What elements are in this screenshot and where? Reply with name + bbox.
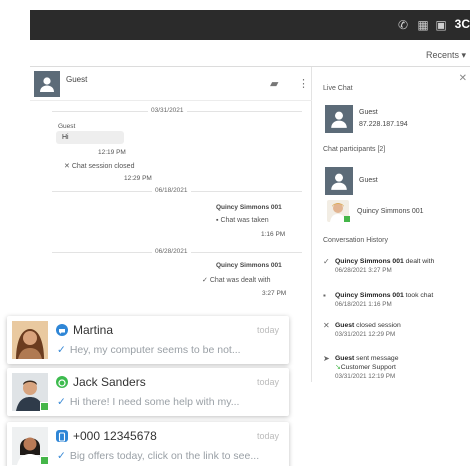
guest-avatar <box>34 71 60 97</box>
agent-name: Quincy Simmons 001 <box>216 262 282 269</box>
person-icon <box>331 111 347 128</box>
phone-icon[interactable]: ✆ <box>396 17 410 33</box>
livechat-icon <box>56 324 68 336</box>
date-label: 06/28/2021 <box>152 248 191 255</box>
check-icon: ✓ <box>57 344 66 356</box>
chat-header-name: Guest <box>66 75 88 84</box>
contact-preview: ✓ Hi there! I need some help with my... <box>57 396 240 408</box>
contact-preview: ✓ Hey, my computer seems to be not... <box>57 344 241 356</box>
chat-bubble-icon[interactable]: ▰ <box>270 77 278 90</box>
contact-name: Martina <box>73 323 114 337</box>
whatsapp-icon <box>56 376 68 388</box>
contact-preview: ✓ Big offers today, click on the link to … <box>57 450 260 462</box>
info-panel: ✕ Live Chat Guest 87.228.187.194 Chat pa… <box>323 73 467 380</box>
guest-name: Guest <box>359 109 378 116</box>
agent-name: Quincy Simmons 001 <box>216 204 282 211</box>
chat-icon: ▪ <box>216 217 219 224</box>
chat-header: Guest ▰ ⋮ <box>30 67 312 101</box>
send-icon: ➤ <box>323 354 330 363</box>
date-label: 03/31/2021 <box>148 107 187 114</box>
contact-time: today <box>256 431 279 441</box>
check-icon: ✓ <box>202 277 208 284</box>
online-status-dot <box>344 216 350 222</box>
contact-name: +000 12345678 <box>73 429 157 443</box>
close-x-icon: ✕ <box>64 163 70 170</box>
chat-icon: ▪ <box>323 291 326 300</box>
message-time: 3:27 PM <box>262 290 287 297</box>
message-time: 12:19 PM <box>98 149 126 156</box>
top-bar: ✆ ▦ ▣ 3C <box>30 10 470 40</box>
inbox-icon[interactable]: ▣ <box>434 17 448 33</box>
system-message: ✓ Chat was dealt with <box>202 277 271 284</box>
system-message: ✕ Chat session closed <box>64 163 135 170</box>
message-time: 1:16 PM <box>261 231 286 238</box>
more-options-icon[interactable]: ⋮ <box>298 77 309 90</box>
message-bubble: Hi <box>56 131 124 144</box>
guest-avatar <box>325 105 353 133</box>
online-status-dot <box>40 402 49 411</box>
recents-dropdown[interactable]: Recents ▾ <box>426 50 466 61</box>
contact-card[interactable]: Jack Sanders today ✓ Hi there! I need som… <box>7 368 289 416</box>
contact-time: today <box>256 325 279 335</box>
participant-name: Quincy Simmons 001 <box>357 208 424 215</box>
contact-time: today <box>256 377 279 387</box>
contact-card[interactable]: Martina today ✓ Hey, my computer seems to… <box>7 316 289 364</box>
close-x-icon: ✕ <box>323 321 330 330</box>
message-time: 12:29 PM <box>124 175 152 182</box>
message-sender: Guest <box>58 123 76 130</box>
contact-name: Jack Sanders <box>73 375 146 389</box>
check-icon: ✓ <box>57 450 66 462</box>
person-icon <box>40 77 54 92</box>
grid-icon[interactable]: ▦ <box>416 17 430 33</box>
contact-photo <box>12 321 48 359</box>
check-icon: ✓ <box>57 396 66 408</box>
close-icon[interactable]: ✕ <box>459 73 467 84</box>
participants-label: Chat participants [2] <box>323 146 386 153</box>
date-label: 06/18/2021 <box>152 187 191 194</box>
online-status-dot <box>40 456 49 465</box>
participant-avatar <box>325 167 353 195</box>
contact-card[interactable]: +000 12345678 today ✓ Big offers today, c… <box>7 422 289 466</box>
sms-icon <box>56 430 68 442</box>
panel-title: Live Chat <box>323 85 353 92</box>
person-icon <box>331 173 347 190</box>
guest-ip: 87.228.187.194 <box>359 121 408 128</box>
brand-logo: 3C <box>454 17 470 31</box>
history-label: Conversation History <box>323 237 388 244</box>
participant-name: Guest <box>359 177 378 184</box>
check-icon: ✓ <box>323 257 330 266</box>
system-message: ▪ Chat was taken <box>216 217 269 224</box>
